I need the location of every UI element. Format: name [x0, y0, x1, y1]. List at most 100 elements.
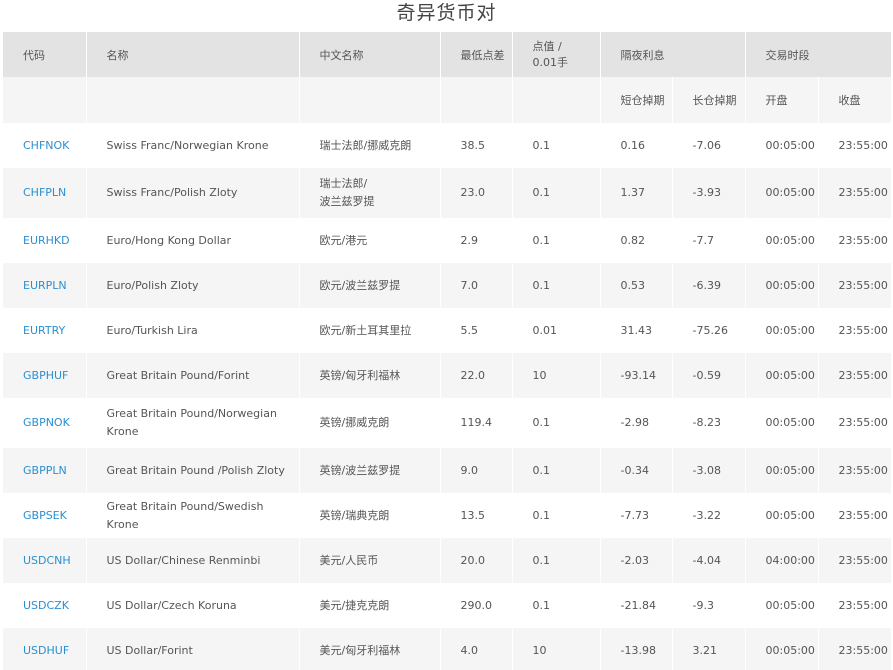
cell-min-spread: 7.0 — [439, 263, 513, 308]
cell-name: Euro/Hong Kong Dollar — [85, 218, 300, 263]
table-row: GBPPLN Great Britain Pound /Polish Zloty 英… — [3, 448, 892, 493]
cell-min-spread: 20.0 — [439, 538, 513, 583]
header-empty — [3, 77, 87, 123]
cell-min-spread: 290.0 — [439, 583, 513, 628]
page-title: 奇异货币对 — [396, 2, 497, 24]
cell-swap-long: -3.08 — [671, 448, 746, 493]
cell-swap-long: -9.3 — [671, 583, 746, 628]
cell-close: 23:55:00 — [817, 123, 892, 168]
cell-min-spread: 2.9 — [439, 218, 513, 263]
cell-code[interactable]: GBPHUF — [3, 353, 87, 398]
header-cn-name: 中文名称 — [298, 32, 441, 77]
cell-name: Great Britain Pound /Polish Zloty — [85, 448, 300, 493]
cell-code[interactable]: CHFNOK — [3, 123, 87, 168]
cell-close: 23:55:00 — [817, 583, 892, 628]
cell-name: Euro/Turkish Lira — [85, 308, 300, 353]
cell-code[interactable]: USDCZK — [3, 583, 87, 628]
cell-swap-short: 31.43 — [599, 308, 673, 353]
cell-open: 00:05:00 — [744, 583, 819, 628]
cell-swap-short: 0.16 — [599, 123, 673, 168]
header-empty — [439, 77, 513, 123]
header-pip-value-line1: 点值 / — [532, 39, 562, 53]
cell-open: 00:05:00 — [744, 123, 819, 168]
cell-name: Great Britain Pound/Swedish Krone — [85, 493, 300, 538]
cell-min-spread: 38.5 — [439, 123, 513, 168]
cell-swap-short: -2.98 — [599, 398, 673, 448]
cell-swap-short: -7.73 — [599, 493, 673, 538]
header-swap: 隔夜利息 — [599, 32, 746, 77]
cell-code[interactable]: GBPPLN — [3, 448, 87, 493]
cell-min-spread: 9.0 — [439, 448, 513, 493]
cell-close: 23:55:00 — [817, 398, 892, 448]
cell-min-spread: 4.0 — [439, 628, 513, 670]
cell-cn-name: 英镑/匈牙利福林 — [298, 353, 441, 398]
cell-code[interactable]: GBPSEK — [3, 493, 87, 538]
header-empty — [298, 77, 441, 123]
table-row: CHFNOK Swiss Franc/Norwegian Krone 瑞士法郎/挪威… — [3, 123, 892, 168]
cell-open: 00:05:00 — [744, 218, 819, 263]
cell-cn-name: 美元/匈牙利福林 — [298, 628, 441, 670]
cell-pip-value: 0.1 — [511, 218, 601, 263]
cell-swap-long: -3.93 — [671, 168, 746, 218]
cell-open: 00:05:00 — [744, 308, 819, 353]
cell-close: 23:55:00 — [817, 628, 892, 670]
cell-close: 23:55:00 — [817, 448, 892, 493]
cell-name: Swiss Franc/Polish Zloty — [85, 168, 300, 218]
cell-code[interactable]: EURHKD — [3, 218, 87, 263]
header-empty — [511, 77, 601, 123]
cell-swap-long: -4.04 — [671, 538, 746, 583]
table-row: EURPLN Euro/Polish Zloty 欧元/波兰兹罗提 7.0 0.1 0.5… — [3, 263, 892, 308]
cell-open: 00:05:00 — [744, 168, 819, 218]
cell-pip-value: 10 — [511, 628, 601, 670]
header-swap-short: 短仓掉期 — [599, 77, 673, 123]
cell-name: Great Britain Pound/Norwegian Krone — [85, 398, 300, 448]
table-row: USDCNH US Dollar/Chinese Renminbi 美元/人民币 20… — [3, 538, 892, 583]
cell-swap-short: 0.53 — [599, 263, 673, 308]
cell-name: Euro/Polish Zloty — [85, 263, 300, 308]
header-pip-value: 点值 / 0.01手 — [511, 32, 601, 77]
exotic-pairs-table: 代码 名称 中文名称 最低点差 点值 / 0.01手 隔夜利息 交易时段 短仓掉… — [3, 32, 892, 670]
cell-min-spread: 23.0 — [439, 168, 513, 218]
table-body: CHFNOK Swiss Franc/Norwegian Krone 瑞士法郎/挪威… — [3, 123, 892, 670]
cell-pip-value: 10 — [511, 353, 601, 398]
table-row: GBPSEK Great Britain Pound/Swedish Krone 英… — [3, 493, 892, 538]
header-swap-long: 长仓掉期 — [671, 77, 746, 123]
cell-cn-name: 欧元/港元 — [298, 218, 441, 263]
table-row: CHFPLN Swiss Franc/Polish Zloty 瑞士法郎/波兰兹罗提… — [3, 168, 892, 218]
table-row: GBPHUF Great Britain Pound/Forint 英镑/匈牙利福林… — [3, 353, 892, 398]
cell-cn-name: 瑞士法郎/波兰兹罗提 — [298, 168, 441, 218]
cell-pip-value: 0.1 — [511, 538, 601, 583]
cell-open: 00:05:00 — [744, 398, 819, 448]
cell-code[interactable]: EURTRY — [3, 308, 87, 353]
cell-open: 00:05:00 — [744, 628, 819, 670]
cell-open: 00:05:00 — [744, 448, 819, 493]
cell-pip-value: 0.1 — [511, 123, 601, 168]
page: 奇异货币对 代码 名称 中文名称 最低点差 点值 / 0.01手 隔夜利息 交易… — [0, 0, 893, 670]
cell-swap-long: 3.21 — [671, 628, 746, 670]
cell-name: US Dollar/Czech Koruna — [85, 583, 300, 628]
cell-pip-value: 0.1 — [511, 448, 601, 493]
cell-code[interactable]: GBPNOK — [3, 398, 87, 448]
cell-cn-name: 英镑/瑞典克朗 — [298, 493, 441, 538]
cell-open: 04:00:00 — [744, 538, 819, 583]
cell-min-spread: 119.4 — [439, 398, 513, 448]
cell-code[interactable]: USDHUF — [3, 628, 87, 670]
cell-name: US Dollar/Chinese Renminbi — [85, 538, 300, 583]
cell-code[interactable]: EURPLN — [3, 263, 87, 308]
cell-close: 23:55:00 — [817, 353, 892, 398]
cell-open: 00:05:00 — [744, 353, 819, 398]
cell-cn-name: 英镑/波兰兹罗提 — [298, 448, 441, 493]
cell-cn-name: 瑞士法郎/挪威克朗 — [298, 123, 441, 168]
cell-swap-short: -0.34 — [599, 448, 673, 493]
header-min-spread: 最低点差 — [439, 32, 513, 77]
cell-code[interactable]: CHFPLN — [3, 168, 87, 218]
cell-swap-long: -6.39 — [671, 263, 746, 308]
table-row: GBPNOK Great Britain Pound/Norwegian Kron… — [3, 398, 892, 448]
cell-swap-short: -13.98 — [599, 628, 673, 670]
cell-open: 00:05:00 — [744, 493, 819, 538]
header-trading-hours: 交易时段 — [744, 32, 892, 77]
cell-code[interactable]: USDCNH — [3, 538, 87, 583]
cell-pip-value: 0.1 — [511, 398, 601, 448]
cell-close: 23:55:00 — [817, 538, 892, 583]
header-row-primary: 代码 名称 中文名称 最低点差 点值 / 0.01手 隔夜利息 交易时段 — [3, 32, 892, 77]
